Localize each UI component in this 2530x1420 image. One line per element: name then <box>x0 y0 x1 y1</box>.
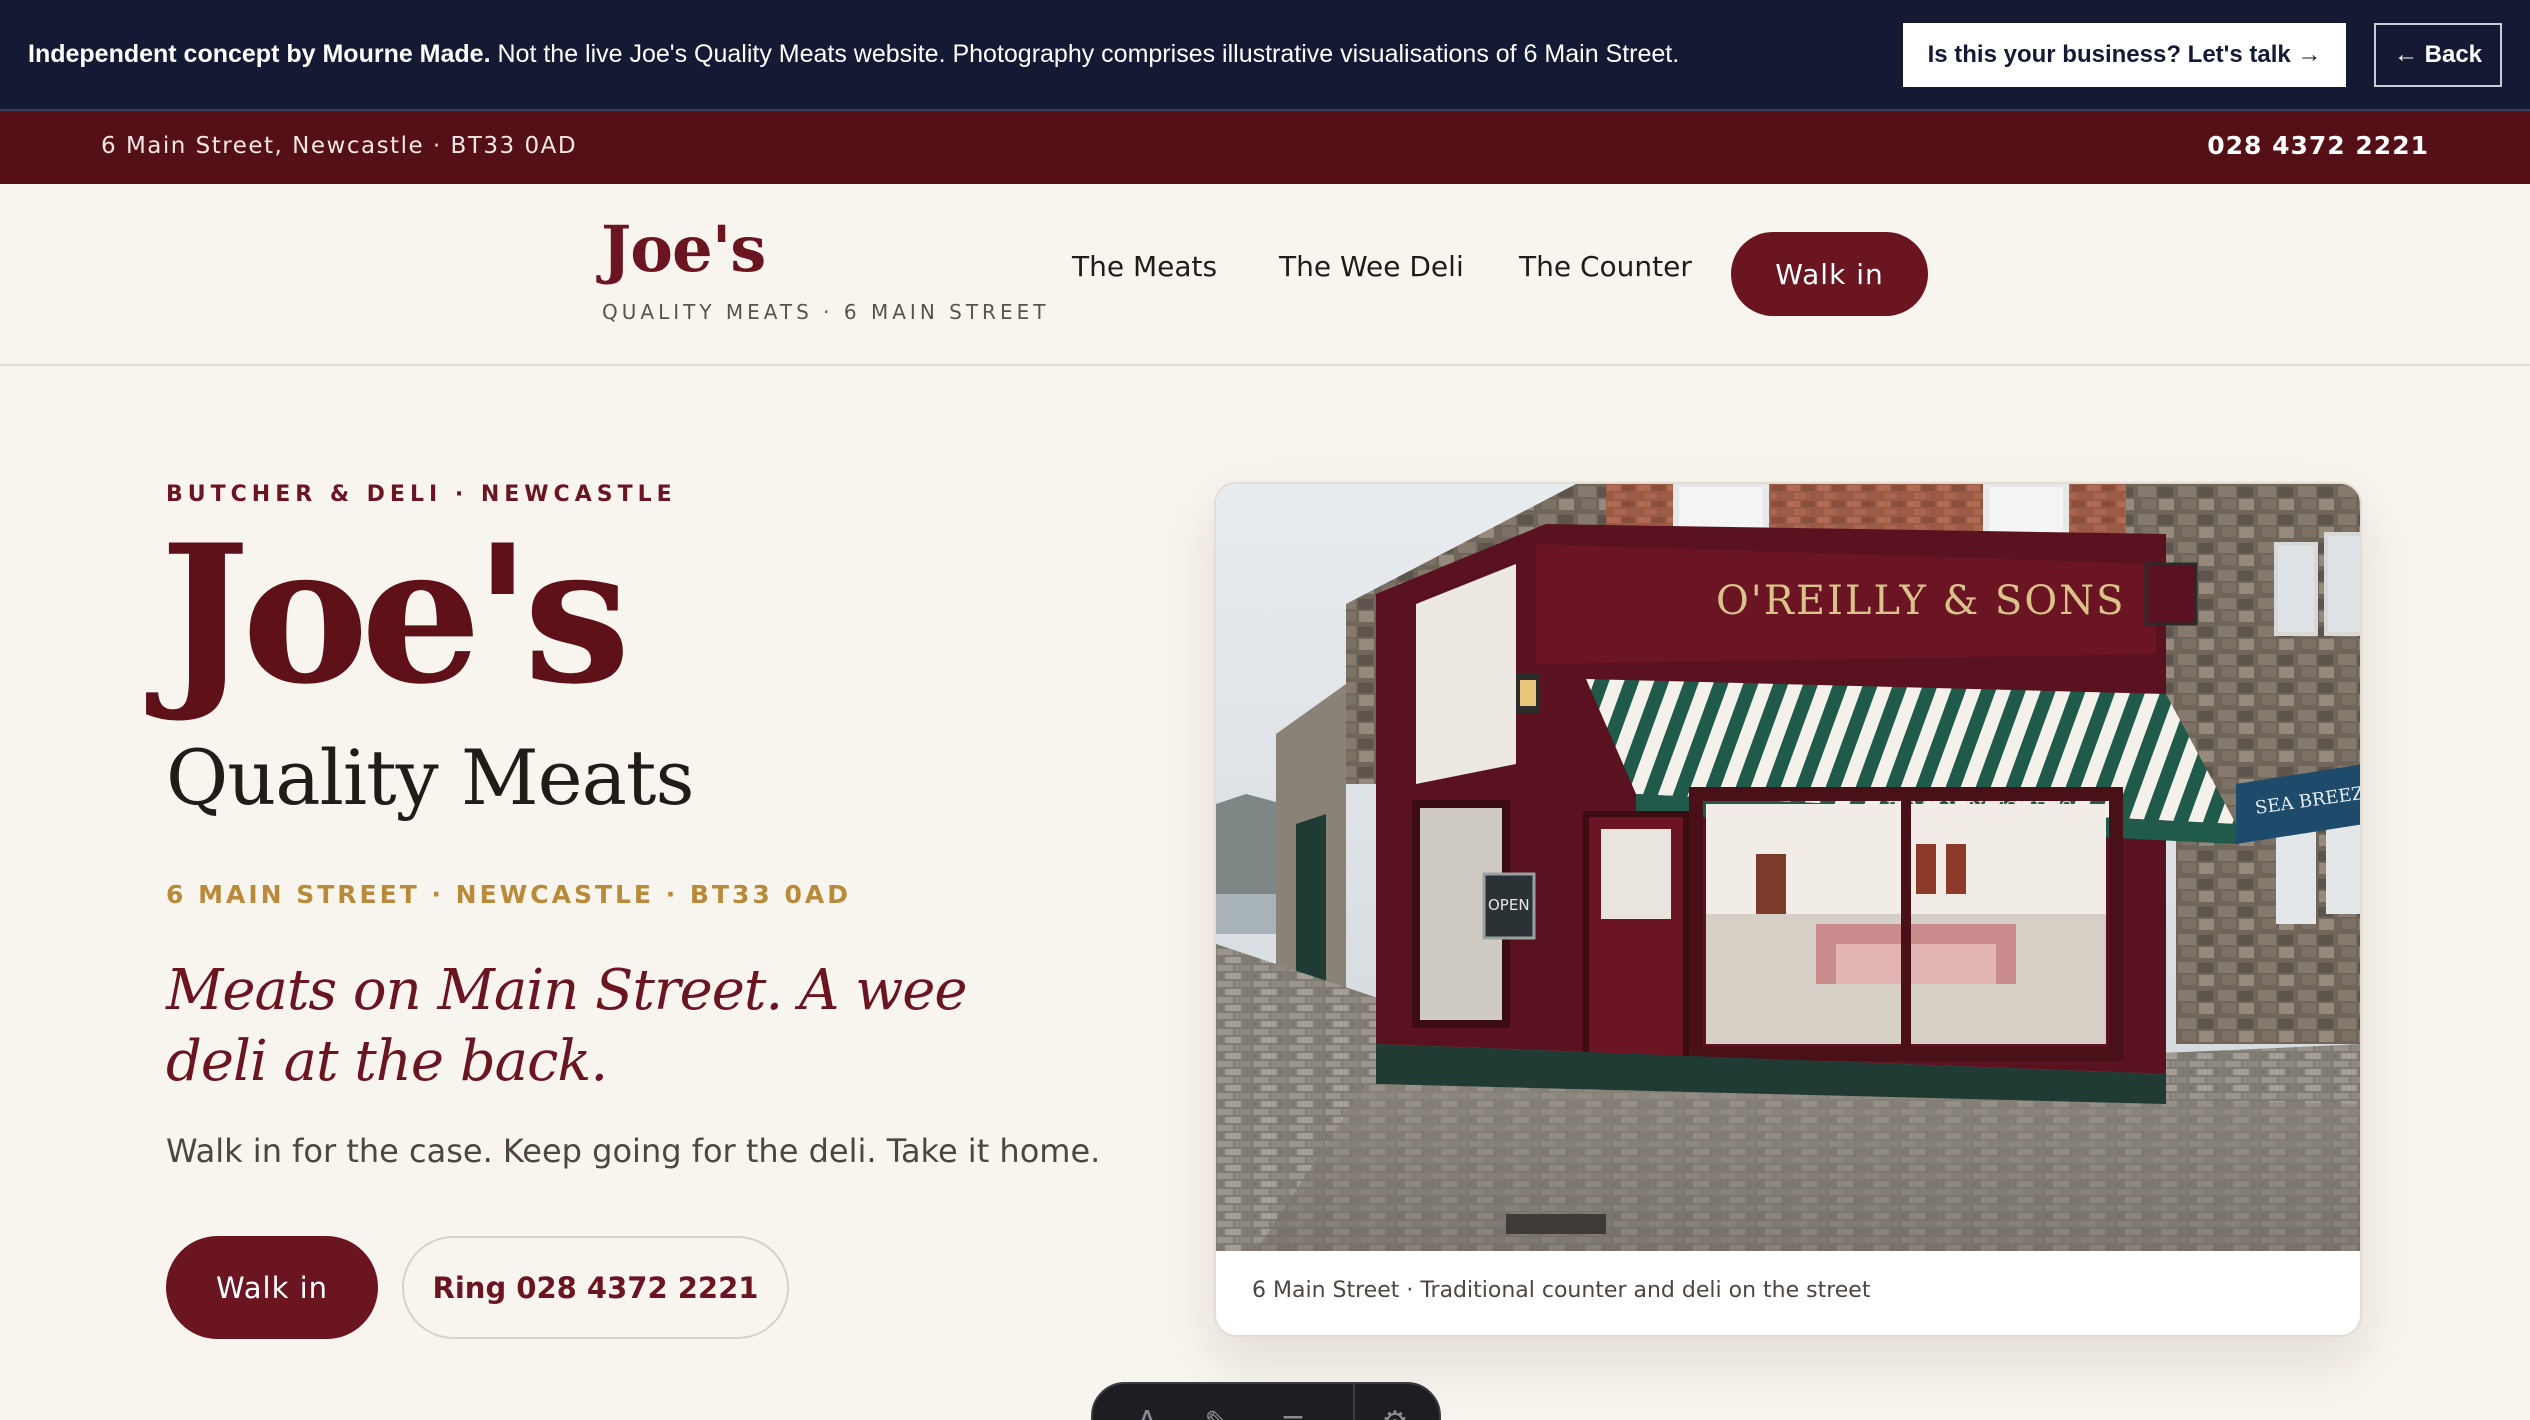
phone-link[interactable]: 028 4372 2221 <box>2207 131 2429 160</box>
text-icon[interactable]: A <box>1127 1408 1167 1420</box>
shop-front-photo: SEA BREEZE CAFÉ O'REILLY & SONS FAMILY B… <box>1216 484 2360 1251</box>
open-sign: OPEN <box>1488 896 1530 914</box>
nav-the-wee-deli[interactable]: The Wee Deli <box>1279 250 1464 283</box>
toolbar-divider <box>1353 1384 1355 1420</box>
concept-banner-text: Independent concept by Mourne Made. Not … <box>28 42 1679 67</box>
hero-tagline: Meats on Main Street. A wee deli at the … <box>166 958 967 1094</box>
back-button[interactable]: ← Back <box>2374 23 2502 87</box>
concept-banner-note: Not the live Joe's Quality Meats website… <box>490 40 1680 68</box>
ring-phone-button[interactable]: Ring 028 4372 2221 <box>402 1236 789 1339</box>
walk-in-button[interactable]: Walk in <box>166 1236 378 1339</box>
address-text: 6 Main Street, Newcastle · BT33 0AD <box>101 133 578 159</box>
settings-icon[interactable]: ⚙ <box>1375 1408 1415 1420</box>
hero-subtitle: Quality Meats <box>166 733 694 822</box>
nav-the-counter[interactable]: The Counter <box>1519 250 1692 283</box>
hero-body-text: Walk in for the case. Keep going for the… <box>166 1132 1101 1170</box>
logo[interactable]: Joe's <box>601 212 766 287</box>
header-walk-in-button[interactable]: Walk in <box>1731 232 1928 316</box>
site-header: Joe's QUALITY MEATS · 6 MAIN STREET The … <box>0 184 2530 366</box>
shop-photo-card: SEA BREEZE CAFÉ O'REILLY & SONS FAMILY B… <box>1214 482 2362 1337</box>
logo-tagline: QUALITY MEATS · 6 MAIN STREET <box>602 300 1050 324</box>
address-bar: 6 Main Street, Newcastle · BT33 0AD 028 … <box>0 111 2530 184</box>
business-contact-button[interactable]: Is this your business? Let's talk → <box>1903 23 2346 87</box>
hero-address: 6 MAIN STREET · NEWCASTLE · BT33 0AD <box>166 880 852 909</box>
concept-banner-bold: Independent concept by Mourne Made. <box>28 40 491 68</box>
list-icon[interactable]: ≡ <box>1273 1408 1313 1420</box>
photo-caption: 6 Main Street · Traditional counter and … <box>1252 1278 1871 1303</box>
floating-toolbar: A ✎ ≡ ⚙ <box>1091 1382 1441 1420</box>
nav-the-meats[interactable]: The Meats <box>1072 250 1217 283</box>
shop-fascia-sign: O'REILLY & SONS <box>1716 578 2126 624</box>
hero-title: Joe's <box>160 503 631 726</box>
pen-icon[interactable]: ✎ <box>1197 1408 1237 1420</box>
